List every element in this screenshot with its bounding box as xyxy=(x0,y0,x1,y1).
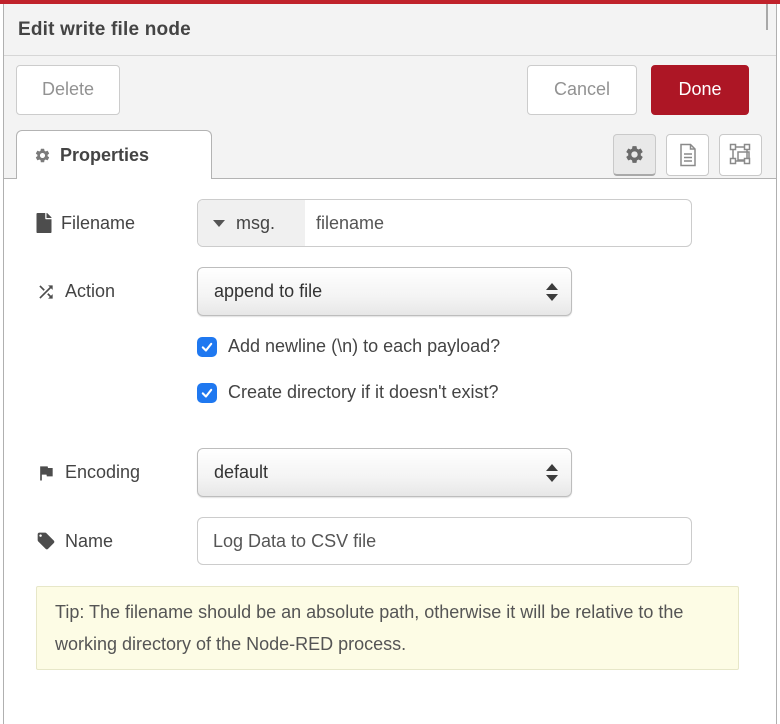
chevron-down-icon xyxy=(213,220,225,227)
mkdir-checkbox[interactable] xyxy=(197,383,217,403)
encoding-select[interactable]: default xyxy=(197,448,572,497)
editor-tab-bar: Properties xyxy=(4,123,776,179)
file-icon xyxy=(36,213,52,233)
encoding-select-value: default xyxy=(214,462,268,483)
dialog-title: Edit write file node xyxy=(18,19,191,41)
delete-button[interactable]: Delete xyxy=(16,65,120,115)
name-label-text: Name xyxy=(65,531,113,552)
mkdir-checkbox-row: Create directory if it doesn't exist? xyxy=(36,382,776,403)
encoding-label: Encoding xyxy=(36,462,197,483)
encoding-label-text: Encoding xyxy=(65,462,140,483)
filename-type-prefix: msg. xyxy=(236,213,275,234)
name-input-wrapper xyxy=(197,517,692,565)
tag-icon xyxy=(36,531,56,551)
shuffle-icon xyxy=(36,282,56,302)
select-arrows-icon xyxy=(546,464,558,482)
newline-checkbox-row: Add newline (\n) to each payload? xyxy=(36,336,776,357)
filename-type-select[interactable]: msg. xyxy=(198,200,305,246)
filename-label-text: Filename xyxy=(61,213,135,234)
done-button[interactable]: Done xyxy=(651,65,749,115)
form-tip: Tip: The filename should be an absolute … xyxy=(36,586,739,670)
description-icon xyxy=(678,143,698,167)
name-label: Name xyxy=(36,531,197,552)
check-icon xyxy=(200,386,214,400)
gear-icon xyxy=(624,144,645,165)
node-properties-form: Filename msg. Action append to file xyxy=(4,179,776,670)
filename-input[interactable] xyxy=(305,200,691,246)
select-arrows-icon xyxy=(546,283,558,301)
filename-label: Filename xyxy=(36,213,197,234)
encoding-row: Encoding default xyxy=(36,448,776,497)
action-select[interactable]: append to file xyxy=(197,267,572,316)
gear-icon xyxy=(34,147,51,164)
action-select-value: append to file xyxy=(214,281,322,302)
tray-toolbar: Delete Cancel Done xyxy=(4,56,776,123)
name-row: Name xyxy=(36,517,776,565)
action-label: Action xyxy=(36,281,197,302)
check-icon xyxy=(200,340,214,354)
newline-checkbox-label[interactable]: Add newline (\n) to each payload? xyxy=(228,336,500,357)
name-input[interactable] xyxy=(213,531,676,552)
cancel-button[interactable]: Cancel xyxy=(527,65,637,115)
tray-header: Edit write file node xyxy=(4,4,776,56)
properties-gear-button[interactable] xyxy=(613,134,656,176)
background-scrollbar-thumb xyxy=(766,4,768,30)
tab-properties-label: Properties xyxy=(60,145,149,166)
action-row: Action append to file xyxy=(36,267,776,316)
action-label-text: Action xyxy=(65,281,115,302)
tab-action-buttons xyxy=(613,134,762,176)
mkdir-checkbox-label[interactable]: Create directory if it doesn't exist? xyxy=(228,382,499,403)
tab-properties[interactable]: Properties xyxy=(16,130,212,179)
editor-header-red-bar xyxy=(0,0,780,4)
appearance-icon xyxy=(729,143,753,167)
node-appearance-button[interactable] xyxy=(719,134,762,176)
filename-typed-input: msg. xyxy=(197,199,692,247)
newline-checkbox[interactable] xyxy=(197,337,217,357)
node-description-button[interactable] xyxy=(666,134,709,176)
filename-row: Filename msg. xyxy=(36,199,776,247)
flag-icon xyxy=(36,463,56,483)
edit-node-tray: Edit write file node Delete Cancel Done … xyxy=(3,4,777,724)
